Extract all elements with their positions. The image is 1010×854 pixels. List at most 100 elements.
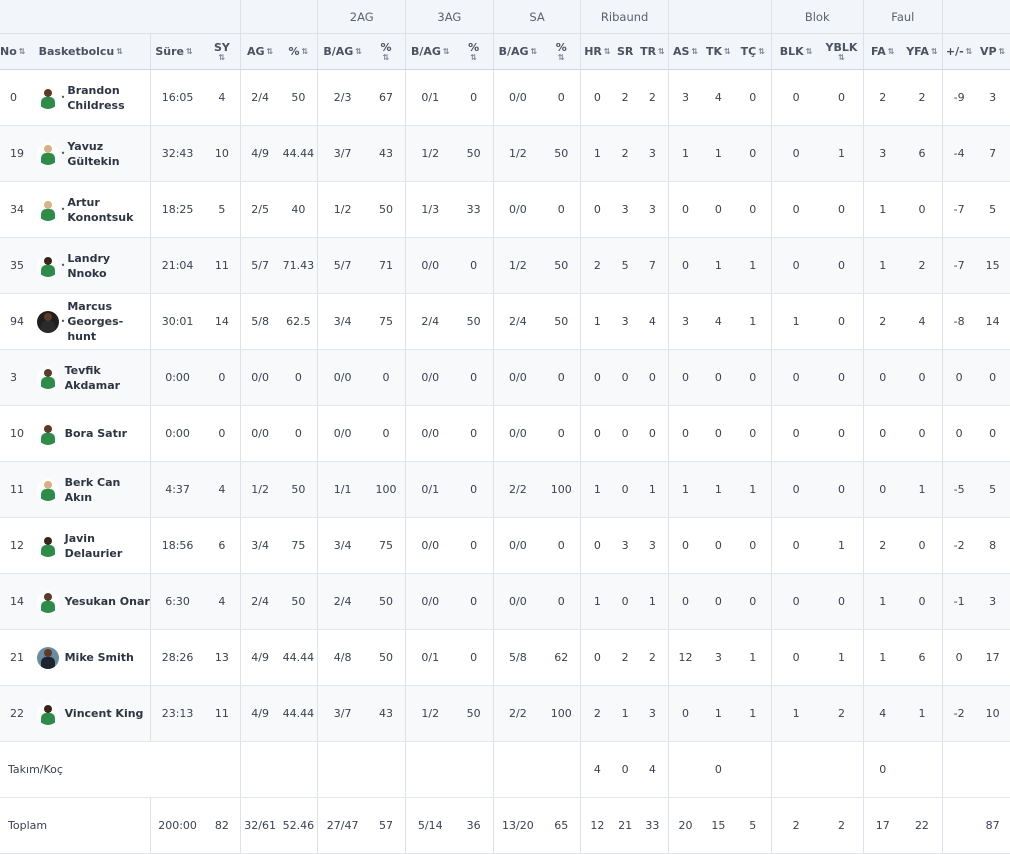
col-yfa[interactable]: YFA ⇅ [901, 33, 943, 70]
col-sa-pct[interactable]: % ⇅ [542, 33, 581, 70]
player-tk: 4 [702, 293, 735, 350]
player-2ag-pct: 71 [366, 237, 406, 294]
col-2ag-pct[interactable]: % ⇅ [366, 33, 406, 70]
col-as[interactable]: AS ⇅ [667, 33, 703, 70]
player-sure: 28:26 [150, 629, 204, 686]
col-hr-label: HR [584, 45, 602, 58]
col-blk-label: BLK [779, 45, 804, 58]
table-row: 22 Vincent King 23:13 11 4/9 44.44 3/7 43 1/2 50 2… [0, 685, 1010, 742]
player-tc: 0 [734, 349, 772, 406]
team-sr: 0 [613, 741, 637, 798]
sort-arrows-icon: ⇅ [218, 53, 226, 62]
starter-star-icon: • [60, 93, 66, 102]
player-cell[interactable]: Mike Smith [32, 629, 151, 686]
player-tr: 2 [636, 629, 669, 686]
player-as: 3 [667, 69, 703, 126]
col-2ag[interactable]: B/AG ⇅ [317, 33, 367, 70]
player-cell[interactable]: • Brandon Childress [32, 69, 151, 126]
player-blk: 0 [770, 573, 821, 630]
player-cell[interactable]: Tevfik Akdamar [32, 349, 151, 406]
player-name-link[interactable]: Tevfik Akdamar [65, 363, 151, 393]
player-name-link[interactable]: Artur Konontsuk [67, 195, 150, 225]
col-ag[interactable]: AG ⇅ [240, 33, 280, 70]
player-sy: 10 [203, 125, 241, 182]
col-vp[interactable]: VP ⇅ [975, 33, 1010, 70]
player-name-link[interactable]: Mike Smith [65, 650, 134, 665]
col-no[interactable]: No ⇅ [0, 33, 33, 70]
player-3ag: 1/3 [405, 181, 455, 238]
player-cell[interactable]: Berk Can Akın [32, 461, 151, 518]
col-sr[interactable]: SR [613, 33, 637, 70]
box-score-table: 2AG 3AG SA Ribaund Blok Faul No ⇅ Basketb… [0, 0, 1010, 854]
player-sure: 4:37 [150, 461, 204, 518]
player-3ag-pct: 0 [454, 461, 494, 518]
team-fa: 0 [862, 741, 902, 798]
player-hr: 0 [580, 69, 614, 126]
player-cell[interactable]: Bora Satır [32, 405, 151, 462]
player-name-link[interactable]: Berk Can Akın [65, 475, 151, 505]
col-3ag[interactable]: B/AG ⇅ [405, 33, 455, 70]
player-plus-minus: -7 [942, 237, 976, 294]
player-name-link[interactable]: Yesukan Onar [65, 594, 150, 609]
col-player[interactable]: Basketbolcu ⇅ [32, 33, 151, 70]
player-ag-pct: 50 [279, 573, 318, 630]
player-cell[interactable]: • Marcus Georges-hunt [32, 293, 151, 350]
player-cell[interactable]: Javin Delaurier [32, 517, 151, 574]
player-cell[interactable]: • Landry Nnoko [32, 237, 151, 294]
player-name-link[interactable]: Yavuz Gültekin [67, 139, 150, 169]
player-vp: 3 [975, 573, 1010, 630]
total-3ag-pct: 36 [454, 797, 494, 854]
player-cell[interactable]: • Yavuz Gültekin [32, 125, 151, 182]
player-tc: 1 [734, 461, 772, 518]
col-sa[interactable]: B/AG ⇅ [492, 33, 543, 70]
sort-arrows-icon: ⇅ [691, 47, 699, 56]
col-hr[interactable]: HR ⇅ [580, 33, 614, 70]
player-name-link[interactable]: Landry Nnoko [67, 251, 150, 281]
player-3ag-pct: 50 [454, 685, 494, 742]
player-sa-pct: 50 [542, 125, 581, 182]
col-tc-label: TÇ [740, 45, 757, 58]
player-sure: 0:00 [150, 349, 204, 406]
table-row: 21 Mike Smith 28:26 13 4/9 44.44 4/8 50 0/1 0 5/8 6… [0, 629, 1010, 686]
total-2ag-pct: 57 [366, 797, 406, 854]
player-2ag: 0/0 [317, 349, 367, 406]
player-2ag-pct: 75 [366, 293, 406, 350]
player-sa-pct: 100 [542, 685, 581, 742]
player-2ag-pct: 0 [366, 405, 406, 462]
col-3ag-pct[interactable]: % ⇅ [454, 33, 494, 70]
player-tc: 1 [734, 237, 772, 294]
player-name-link[interactable]: Vincent King [65, 706, 144, 721]
col-blk[interactable]: BLK ⇅ [770, 33, 821, 70]
player-vp: 7 [975, 125, 1010, 182]
total-ag: 32/61 [240, 797, 280, 854]
player-hr: 1 [580, 293, 614, 350]
player-name-link[interactable]: Javin Delaurier [65, 531, 151, 561]
player-sy: 4 [203, 573, 241, 630]
sort-arrows-icon: ⇅ [603, 47, 611, 56]
player-cell[interactable]: • Artur Konontsuk [32, 181, 151, 238]
col-pm[interactable]: +/- ⇅ [942, 33, 976, 70]
player-vp: 5 [975, 461, 1010, 518]
player-hr: 0 [580, 349, 614, 406]
player-3ag-pct: 0 [454, 573, 494, 630]
player-2ag: 5/7 [317, 237, 367, 294]
player-name-link[interactable]: Brandon Childress [67, 83, 150, 113]
player-sy: 5 [203, 181, 241, 238]
player-name-link[interactable]: Marcus Georges-hunt [67, 299, 150, 344]
player-name-link[interactable]: Bora Satır [65, 426, 127, 441]
player-vp: 8 [975, 517, 1010, 574]
player-cell[interactable]: Vincent King [32, 685, 151, 742]
col-tc[interactable]: TÇ ⇅ [734, 33, 772, 70]
col-ag-pct[interactable]: % ⇅ [279, 33, 318, 70]
player-sa-pct: 0 [542, 69, 581, 126]
player-cell[interactable]: Yesukan Onar [32, 573, 151, 630]
player-ag: 5/7 [240, 237, 280, 294]
col-tr[interactable]: TR ⇅ [636, 33, 669, 70]
col-yblk[interactable]: YBLK ⇅ [820, 33, 864, 70]
col-sure[interactable]: Süre ⇅ [150, 33, 204, 70]
player-number: 35 [0, 237, 33, 294]
col-fa[interactable]: FA ⇅ [862, 33, 902, 70]
col-tk[interactable]: TK ⇅ [702, 33, 735, 70]
col-sy[interactable]: SY ⇅ [203, 33, 241, 70]
player-2ag-pct: 0 [366, 349, 406, 406]
